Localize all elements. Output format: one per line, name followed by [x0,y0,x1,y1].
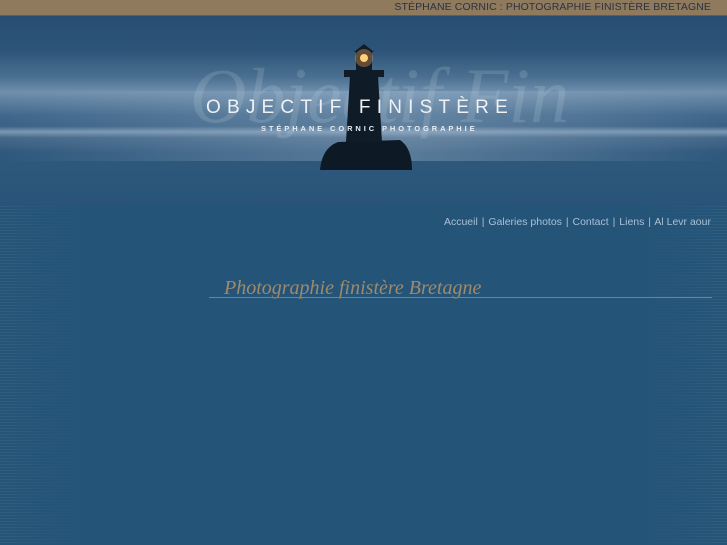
nav-separator: | [565,216,569,228]
page: STÉPHANE CORNIC : PHOTOGRAPHIE FINISTÈRE… [0,0,727,545]
left-stripes [0,206,90,545]
rock-base [320,140,412,170]
nav-link-contact[interactable]: Contact [573,216,609,228]
nav-separator: | [612,216,616,228]
logo-subtitle: STÉPHANE CORNIC PHOTOGRAPHIE [261,124,478,133]
site-title: STÉPHANE CORNIC : PHOTOGRAPHIE FINISTÈRE… [394,1,711,13]
top-bar: STÉPHANE CORNIC : PHOTOGRAPHIE FINISTÈRE… [0,0,727,16]
main-nav: Accueil | Galeries photos | Contact | Li… [444,216,711,228]
right-stripes [637,206,727,545]
nav-separator: | [648,216,652,228]
gallery [344,70,384,77]
nav-link-al-levr-aour[interactable]: Al Levr aour [654,216,711,228]
nav-link-liens[interactable]: Liens [619,216,644,228]
logo-title: OBJECTIF FINISTÈRE [206,97,514,118]
headline-divider [209,297,712,298]
light-beacon [360,54,368,62]
nav-link-galeries-photos[interactable]: Galeries photos [488,216,562,228]
nav-separator: | [481,216,485,228]
nav-link-accueil[interactable]: Accueil [444,216,478,228]
